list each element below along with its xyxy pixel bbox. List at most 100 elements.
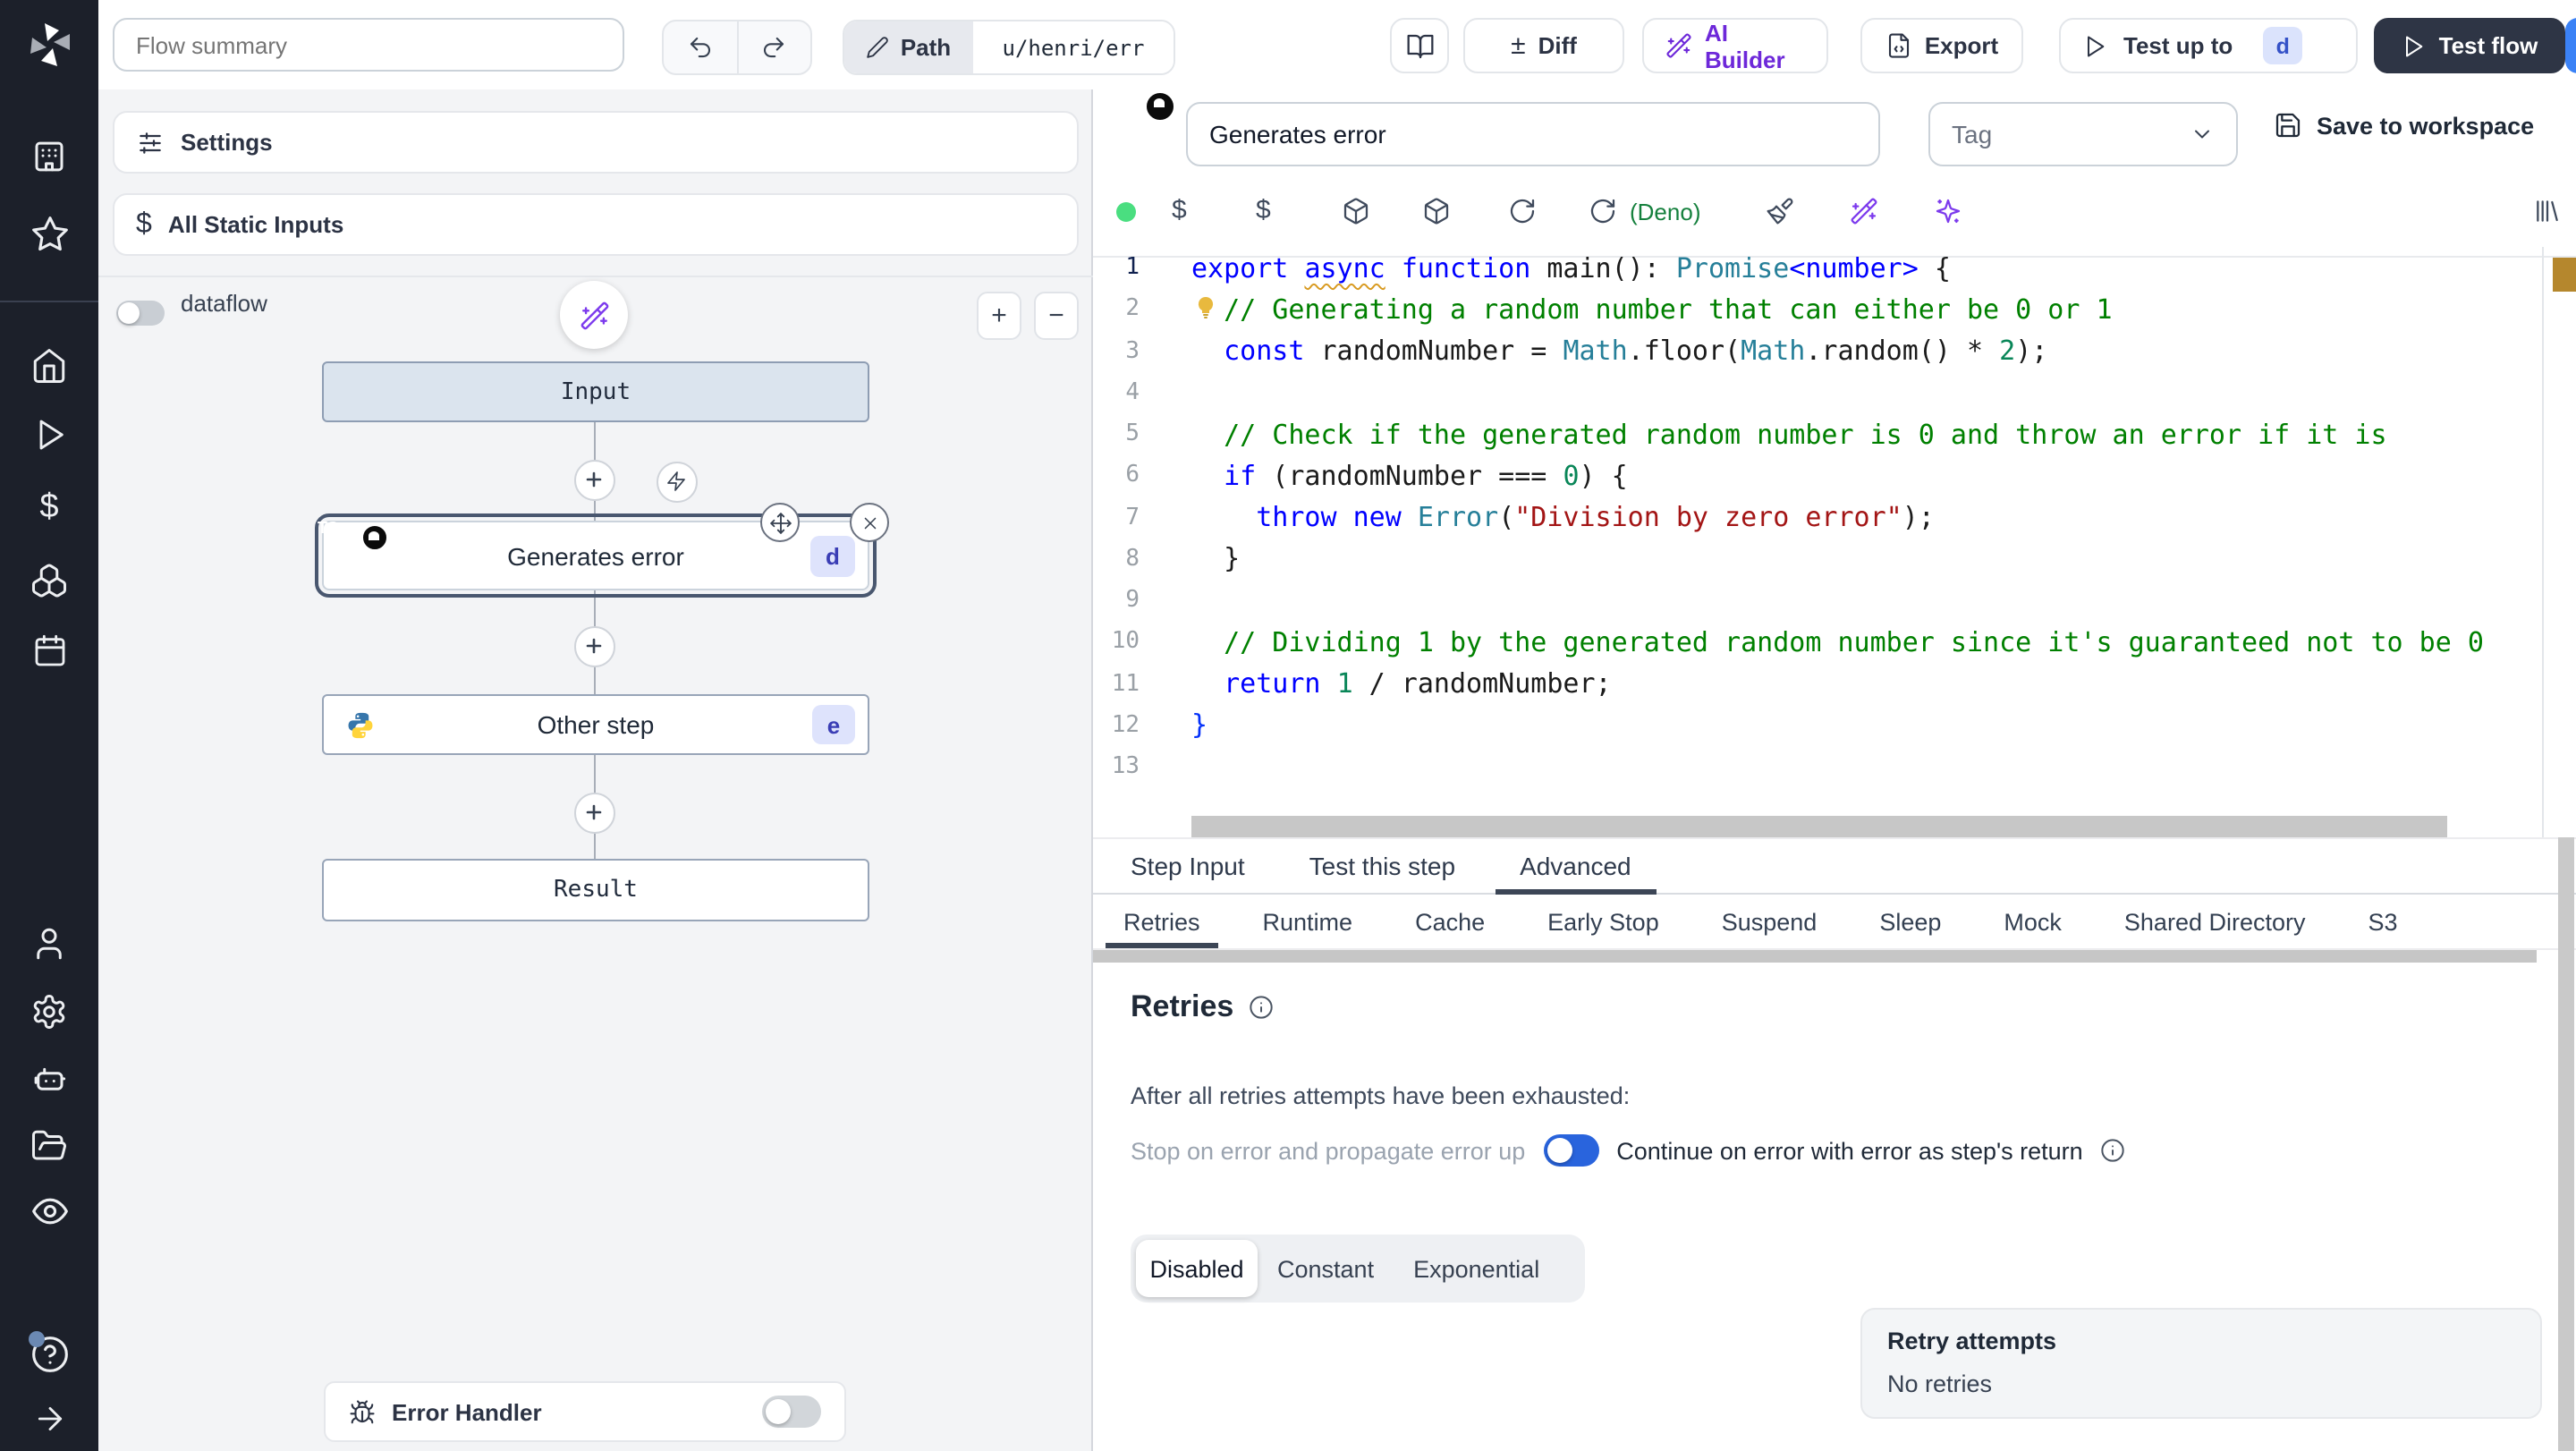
package-icon[interactable] bbox=[1422, 197, 1451, 225]
test-up-to-step-badge[interactable]: d bbox=[2263, 27, 2303, 64]
subtab-cache[interactable]: Cache bbox=[1397, 895, 1503, 948]
code-line[interactable]: 5 // Check if the generated random numbe… bbox=[1093, 413, 2542, 455]
ai-flow-wand-button[interactable] bbox=[560, 281, 628, 349]
sidebar-item-variables[interactable]: $ bbox=[0, 478, 98, 539]
subtab-runtime[interactable]: Runtime bbox=[1245, 895, 1371, 948]
info-icon[interactable] bbox=[2101, 1138, 2126, 1163]
error-handler-toggle[interactable] bbox=[762, 1396, 821, 1428]
code-line[interactable]: 2 // Generating a random number that can… bbox=[1093, 289, 2542, 331]
code-line[interactable]: 11 return 1 / randomNumber; bbox=[1093, 663, 2542, 705]
error-handler-node[interactable]: Error Handler bbox=[324, 1381, 846, 1442]
flow-node-input[interactable]: Input bbox=[322, 361, 869, 422]
subtab-retries[interactable]: Retries bbox=[1106, 895, 1218, 948]
sidebar-item-settings[interactable] bbox=[0, 980, 98, 1041]
sidebar-item-users[interactable] bbox=[0, 912, 98, 973]
subtab-sleep[interactable]: Sleep bbox=[1861, 895, 1959, 948]
editor-horizontal-scrollbar[interactable] bbox=[1191, 816, 2447, 837]
tab-test-this-step[interactable]: Test this step bbox=[1284, 839, 1480, 893]
export-button[interactable]: Export bbox=[1860, 18, 2023, 73]
retry-mode-constant[interactable]: Constant bbox=[1258, 1240, 1394, 1297]
retry-mode-disabled[interactable]: Disabled bbox=[1136, 1240, 1258, 1297]
paintbrush-icon[interactable] bbox=[1766, 197, 1794, 225]
zoom-out-button[interactable]: − bbox=[1034, 292, 1079, 340]
undo-button[interactable] bbox=[664, 21, 736, 73]
subtabs-scrollbar[interactable] bbox=[1093, 950, 2537, 963]
continue-on-error-label[interactable]: Continue on error with error as step's r… bbox=[1616, 1137, 2082, 1164]
code-line[interactable]: 1 export async function main(): Promise<n… bbox=[1093, 247, 2542, 289]
panel-vertical-scrollbar[interactable] bbox=[2558, 837, 2574, 1451]
sidebar-item-runs[interactable] bbox=[0, 404, 98, 465]
sidebar-item-favorites[interactable] bbox=[0, 204, 98, 265]
stop-on-error-label[interactable]: Stop on error and propagate error up bbox=[1131, 1137, 1525, 1164]
move-step-handle[interactable] bbox=[760, 503, 800, 542]
windmill-logo[interactable] bbox=[0, 14, 98, 75]
save-to-workspace-button[interactable]: Save to workspace bbox=[2274, 111, 2534, 140]
code-line[interactable]: 10 // Dividing 1 by the generated random… bbox=[1093, 622, 2542, 664]
code-line[interactable]: 13 bbox=[1093, 746, 2542, 788]
continue-on-error-toggle[interactable] bbox=[1543, 1134, 1599, 1167]
sidebar-item-schedules[interactable] bbox=[0, 621, 98, 682]
code-line[interactable]: 7 throw new Error("Division by zero erro… bbox=[1093, 496, 2542, 539]
all-static-inputs-button[interactable]: $ All Static Inputs bbox=[113, 193, 1079, 256]
sidebar-item-home[interactable] bbox=[0, 335, 98, 395]
diff-button[interactable]: ± Diff bbox=[1463, 18, 1624, 73]
test-flow-button[interactable]: Test flow bbox=[2374, 18, 2565, 73]
sidebar-item-audit-logs[interactable] bbox=[0, 1181, 98, 1242]
subtab-suspend[interactable]: Suspend bbox=[1704, 895, 1835, 948]
add-step-button[interactable] bbox=[573, 459, 614, 500]
info-icon[interactable] bbox=[1248, 995, 1273, 1020]
package-icon[interactable] bbox=[1342, 197, 1370, 225]
sparkles-icon[interactable] bbox=[1934, 197, 1962, 225]
redo-icon bbox=[761, 34, 788, 61]
subtab-mock[interactable]: Mock bbox=[1986, 895, 2080, 948]
path-edit-button[interactable]: Path bbox=[844, 21, 973, 73]
step-name-input[interactable] bbox=[1186, 102, 1880, 166]
code-line[interactable]: 6 if (randomNumber === 0) { bbox=[1093, 455, 2542, 497]
flow-summary-input[interactable] bbox=[113, 18, 624, 72]
refresh-icon[interactable] bbox=[1589, 197, 1617, 225]
code-line[interactable]: 4 bbox=[1093, 372, 2542, 414]
delete-step-button[interactable] bbox=[850, 503, 889, 542]
code-line[interactable]: 3 const randomNumber = Math.floor(Math.r… bbox=[1093, 330, 2542, 372]
subtab-shared-directory[interactable]: Shared Directory bbox=[2106, 895, 2324, 948]
code-editor[interactable]: 1 export async function main(): Promise<n… bbox=[1093, 247, 2542, 816]
dollar-icon[interactable]: $ bbox=[1172, 195, 1187, 225]
refresh-icon[interactable] bbox=[1508, 197, 1537, 225]
dollar-icon[interactable]: $ bbox=[1256, 195, 1271, 225]
subtab-early-stop[interactable]: Early Stop bbox=[1530, 895, 1677, 948]
sidebar-item-resources[interactable] bbox=[0, 549, 98, 610]
plus-minus-icon: ± bbox=[1511, 30, 1526, 61]
library-panel-icon[interactable] bbox=[2533, 197, 2562, 225]
flow-node-result[interactable]: Result bbox=[322, 859, 869, 921]
static-inputs-label: All Static Inputs bbox=[167, 211, 344, 238]
add-trigger-button[interactable] bbox=[656, 461, 697, 502]
tag-select[interactable]: Tag bbox=[1928, 102, 2238, 166]
deploy-button-partial[interactable] bbox=[2565, 18, 2576, 73]
sidebar-item-folders[interactable] bbox=[0, 1115, 98, 1175]
sidebar-item-workspace[interactable] bbox=[0, 125, 98, 186]
retry-mode-exponential[interactable]: Exponential bbox=[1394, 1240, 1559, 1297]
flow-node-other-step[interactable]: Other step e bbox=[322, 694, 869, 755]
docs-button[interactable] bbox=[1390, 18, 1449, 73]
code-line[interactable]: 8 } bbox=[1093, 539, 2542, 581]
input-node-label: Input bbox=[560, 378, 631, 405]
zoom-in-button[interactable]: + bbox=[977, 292, 1021, 340]
sidebar-item-workers[interactable] bbox=[0, 1047, 98, 1107]
magic-wand-icon[interactable] bbox=[1850, 197, 1878, 225]
ai-builder-button[interactable]: AI Builder bbox=[1642, 18, 1828, 73]
add-step-button[interactable] bbox=[573, 625, 614, 666]
redo-button[interactable] bbox=[736, 21, 810, 73]
code-line[interactable]: 9 bbox=[1093, 580, 2542, 622]
tab-step-input[interactable]: Step Input bbox=[1106, 839, 1270, 893]
flow-settings-button[interactable]: Settings bbox=[113, 111, 1079, 174]
test-up-to-button[interactable]: Test up to d bbox=[2059, 18, 2358, 73]
flow-node-generates-error[interactable]: TS Generates error d bbox=[315, 503, 889, 598]
dataflow-toggle[interactable] bbox=[116, 301, 165, 326]
sidebar-expand-button[interactable] bbox=[0, 1388, 98, 1449]
lightbulb-icon[interactable] bbox=[1195, 296, 1216, 321]
add-step-button[interactable] bbox=[573, 792, 614, 833]
tab-advanced[interactable]: Advanced bbox=[1495, 839, 1657, 895]
code-line[interactable]: 12} bbox=[1093, 705, 2542, 747]
subtab-s3[interactable]: S3 bbox=[2351, 895, 2416, 948]
sidebar-item-help[interactable] bbox=[0, 1324, 98, 1385]
